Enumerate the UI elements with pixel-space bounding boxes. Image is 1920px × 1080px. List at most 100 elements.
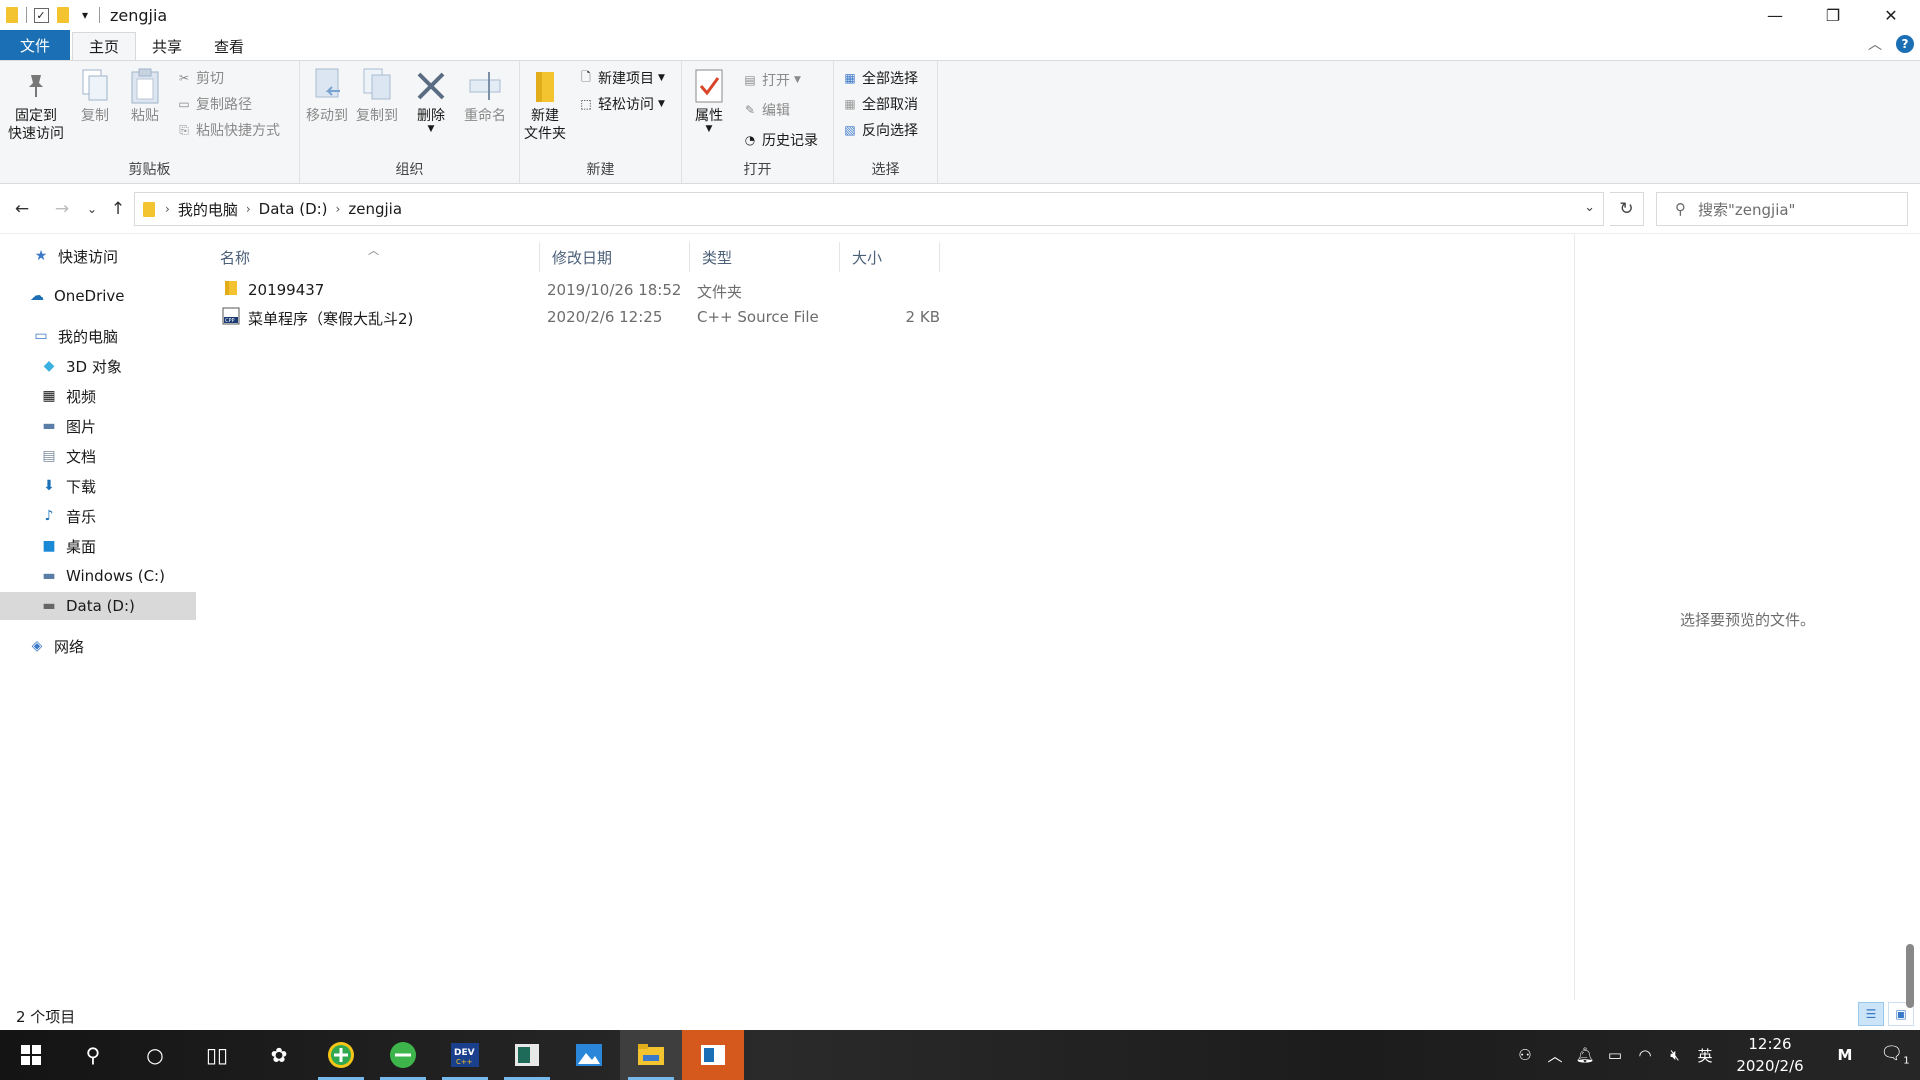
address-bar[interactable]: › 我的电脑 › Data (D:) › zengjia ⌄: [134, 192, 1604, 226]
action-center-icon[interactable]: 🗨︎1: [1870, 1043, 1920, 1067]
column-header-name[interactable]: 名称 ︿: [208, 242, 540, 272]
back-arrow-icon[interactable]: ←: [10, 197, 34, 221]
history-button[interactable]: ◔ 历史记录: [742, 129, 818, 151]
cortana-circle-icon[interactable]: ○: [124, 1030, 186, 1080]
nav-desktop[interactable]: ■ 桌面: [0, 532, 196, 560]
nav-pictures[interactable]: ▬ 图片: [0, 412, 196, 440]
nav-quick-access[interactable]: ★ 快速访问: [0, 242, 196, 270]
new-item-button[interactable]: 🗋 新建项目 ▼: [578, 67, 665, 89]
app-green-plus-icon[interactable]: [310, 1030, 372, 1080]
preview-pane-divider[interactable]: [1574, 234, 1575, 1010]
breadcrumb-drive-d[interactable]: Data (D:): [259, 200, 328, 218]
volume-muted-icon[interactable]: 🔇︎: [1660, 1046, 1690, 1064]
chevron-down-icon: ▼: [658, 99, 665, 109]
nav-network[interactable]: ◈ 网络: [0, 632, 196, 660]
nav-3d-objects[interactable]: ◆ 3D 对象: [0, 352, 196, 380]
paste-button[interactable]: 粘贴: [128, 67, 162, 125]
bell-notification-icon[interactable]: 🔔︎: [1570, 1046, 1600, 1064]
clock[interactable]: 12:26 2020/2/6: [1720, 1033, 1820, 1077]
file-list: 名称 ︿ 修改日期 类型 大小 20199437 2019/10/26 18:5…: [208, 234, 1574, 1010]
properties-button[interactable]: 属性 ▼: [692, 67, 726, 134]
up-arrow-icon[interactable]: ↑: [106, 197, 130, 221]
new-folder-button[interactable]: 新建 文件夹: [524, 67, 566, 143]
organize-group: 移动到 复制到 删除 ▼ 重命名 组织: [300, 61, 520, 183]
restore-button[interactable]: ❐: [1804, 0, 1862, 30]
document-icon: ▤: [42, 448, 56, 464]
minimize-button[interactable]: —: [1746, 0, 1804, 30]
app-photos-icon[interactable]: [558, 1030, 620, 1080]
nav-music[interactable]: ♪ 音乐: [0, 502, 196, 530]
app-window-icon[interactable]: [496, 1030, 558, 1080]
paste-shortcut-button[interactable]: ⎘ 粘贴快捷方式: [176, 119, 280, 141]
start-windows-icon[interactable]: [0, 1030, 62, 1080]
select-all-button[interactable]: ▦ 全部选择: [842, 67, 918, 89]
customize-dropdown-icon[interactable]: ▾: [77, 6, 93, 24]
show-hidden-icons-chevron-icon[interactable]: ︿: [1540, 1045, 1570, 1066]
tab-view[interactable]: 查看: [198, 32, 260, 60]
new-folder-icon: [528, 67, 562, 105]
delete-button[interactable]: 删除 ▼: [414, 67, 448, 134]
app-browser-icon[interactable]: [372, 1030, 434, 1080]
nav-this-pc[interactable]: ▭ 我的电脑: [0, 322, 196, 350]
new-folder-quick-icon[interactable]: [55, 6, 71, 24]
battery-icon[interactable]: ▭: [1600, 1046, 1630, 1064]
breadcrumb-this-pc[interactable]: 我的电脑: [178, 199, 238, 220]
select-none-button[interactable]: ▦ 全部取消: [842, 93, 918, 115]
app-file-explorer-icon[interactable]: [620, 1030, 682, 1080]
nav-downloads[interactable]: ⬇ 下载: [0, 472, 196, 500]
input-language-indicator[interactable]: 英: [1690, 1045, 1720, 1066]
nav-drive-c[interactable]: ▬ Windows (C:): [0, 562, 196, 590]
nav-drive-d[interactable]: ▬ Data (D:): [0, 592, 196, 620]
copy-to-button[interactable]: 复制到: [356, 67, 398, 125]
chevron-right-icon[interactable]: ›: [336, 202, 341, 216]
nav-onedrive[interactable]: ☁ OneDrive: [0, 282, 196, 310]
column-header-date[interactable]: 修改日期: [540, 242, 690, 272]
column-header-type[interactable]: 类型: [690, 242, 840, 272]
close-button[interactable]: ✕: [1862, 0, 1920, 30]
help-icon[interactable]: ?: [1896, 35, 1914, 53]
search-box[interactable]: ⚲ 搜索"zengjia": [1656, 192, 1908, 226]
tab-home[interactable]: 主页: [72, 32, 137, 60]
nav-videos[interactable]: ▦ 视频: [0, 382, 196, 410]
details-view-icon[interactable]: ☰: [1858, 1002, 1884, 1026]
properties-quick-icon[interactable]: ✓: [33, 6, 49, 24]
breadcrumb-zengjia[interactable]: zengjia: [348, 200, 402, 218]
chevron-right-icon[interactable]: ›: [165, 202, 170, 216]
pin-to-quick-access-button[interactable]: 固定到 快速访问: [8, 67, 64, 143]
task-view-icon[interactable]: ▯▯: [186, 1030, 248, 1080]
nav-documents[interactable]: ▤ 文档: [0, 442, 196, 470]
cube-icon: ◆: [43, 358, 55, 374]
table-row[interactable]: CPP 菜单程序（寒假大乱斗2) 2020/2/6 12:25 C++ Sour…: [208, 304, 948, 331]
wifi-icon[interactable]: ◠: [1630, 1046, 1660, 1064]
collapse-ribbon-icon[interactable]: ︿: [1868, 34, 1882, 54]
recent-locations-chevron-icon[interactable]: ⌄: [80, 197, 104, 221]
file-name: 20199437: [248, 281, 325, 299]
tab-share[interactable]: 共享: [136, 32, 198, 60]
people-icon[interactable]: ⚇: [1510, 1046, 1540, 1064]
easy-access-button[interactable]: ⬚ 轻松访问 ▼: [578, 93, 665, 115]
refresh-icon[interactable]: ↻: [1610, 192, 1644, 226]
app-swirl-icon[interactable]: ✿: [248, 1030, 310, 1080]
copy-button[interactable]: 复制: [78, 67, 112, 125]
search-input[interactable]: 搜索"zengjia": [1698, 199, 1795, 220]
chevron-right-icon[interactable]: ›: [246, 202, 251, 216]
forward-arrow-icon[interactable]: →: [50, 197, 74, 221]
rename-button[interactable]: 重命名: [464, 67, 506, 125]
open-button[interactable]: ▤ 打开 ▼: [742, 69, 801, 91]
search-icon[interactable]: ⚲: [62, 1030, 124, 1080]
app-active-window-icon[interactable]: [682, 1030, 744, 1080]
table-row[interactable]: 20199437 2019/10/26 18:52 文件夹: [208, 277, 948, 304]
copy-path-button[interactable]: ▭ 复制路径: [176, 93, 252, 115]
column-header-size[interactable]: 大小: [840, 242, 940, 272]
invert-selection-button[interactable]: ▧ 反向选择: [842, 119, 918, 141]
scrollbar-thumb[interactable]: [1906, 944, 1914, 1008]
file-date: 2020/2/6 12:25: [547, 308, 663, 326]
move-to-button[interactable]: 移动到: [306, 67, 348, 125]
tab-file[interactable]: 文件: [0, 30, 70, 60]
rename-icon: [468, 67, 502, 105]
app-m-logo-icon[interactable]: M: [1820, 1046, 1870, 1064]
cut-button[interactable]: ✂ 剪切: [176, 67, 224, 89]
app-devcpp-icon[interactable]: DEV C++: [434, 1030, 496, 1080]
edit-button[interactable]: ✎ 编辑: [742, 99, 790, 121]
address-dropdown-chevron-icon[interactable]: ⌄: [1584, 200, 1595, 215]
